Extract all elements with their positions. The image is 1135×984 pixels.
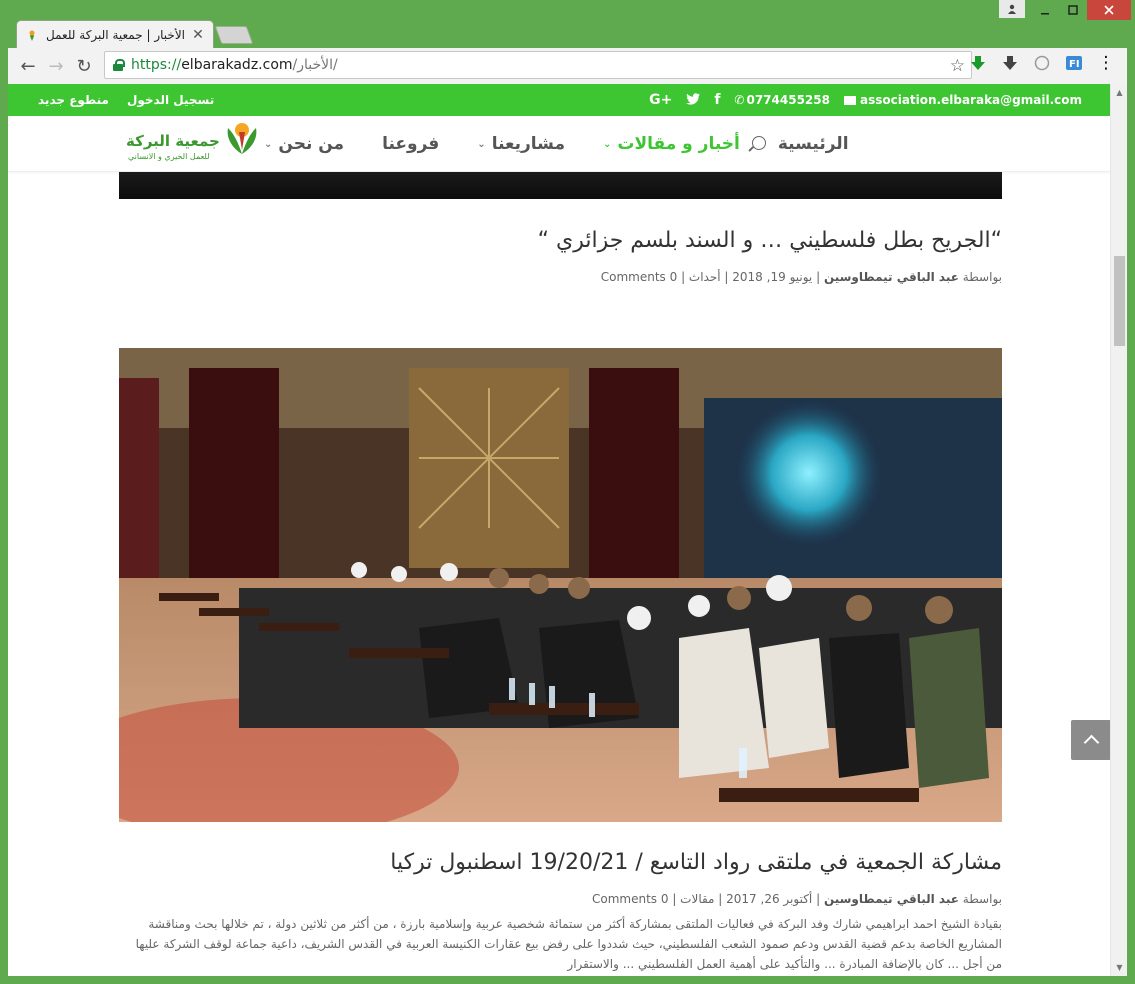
bookmark-star-icon[interactable]: ☆ xyxy=(950,56,965,76)
scroll-down-arrow-icon[interactable]: ▼ xyxy=(1111,959,1127,976)
browser-menu-icon[interactable]: ⋮ xyxy=(1095,52,1117,74)
post-date: أكتوبر 26, 2017 xyxy=(726,892,813,906)
post-date: يونيو 19, 2018 xyxy=(732,270,813,284)
post-meta: بواسطة عبد الباقي تيمطاوسين | أكتوبر 26,… xyxy=(591,892,1002,906)
post-comments[interactable]: 0 Comments xyxy=(601,270,678,284)
chevron-down-icon: ⌄ xyxy=(477,138,486,150)
back-to-top-button[interactable] xyxy=(1071,720,1111,760)
minimize-icon[interactable] xyxy=(1031,0,1059,20)
top-info-bar: منطوع جديد تسجيل الدخول G+ f ✆ 0774455258… xyxy=(8,84,1110,116)
browser-window: الأخبار | جمعية البركة للعمل ✕ ← → ↻ htt… xyxy=(0,0,1135,984)
search-icon[interactable] xyxy=(752,136,766,150)
logo-emblem-icon xyxy=(227,123,257,154)
post-comments[interactable]: 0 Comments xyxy=(592,892,669,906)
login-link[interactable]: تسجيل الدخول xyxy=(127,93,214,107)
logo-title: جمعية البركة xyxy=(126,132,220,150)
mail-icon xyxy=(843,96,856,105)
conference-hall-photo xyxy=(119,348,1002,822)
post-author[interactable]: عبد الباقي تيمطاوسين xyxy=(824,270,959,284)
download-icon[interactable] xyxy=(999,52,1021,74)
post-thumbnail-previous[interactable] xyxy=(119,172,1002,199)
nav-item-home[interactable]: الرئيسية xyxy=(778,134,849,154)
window-controls xyxy=(999,0,1131,20)
scroll-up-arrow-icon[interactable]: ▲ xyxy=(1111,84,1127,101)
window-close-icon[interactable] xyxy=(1087,0,1131,20)
svg-text:FI: FI xyxy=(1069,59,1080,70)
nav-item-projects[interactable]: مشاريعنا ⌄ xyxy=(477,134,565,154)
chevron-up-icon xyxy=(1083,734,1099,751)
extension-icons: FI ⋮ xyxy=(967,52,1117,74)
contact-info: G+ f ✆ 0774455258 association.elbaraka@gm… xyxy=(649,84,1082,116)
google-plus-icon[interactable]: G+ xyxy=(649,92,672,108)
new-volunteer-link[interactable]: منطوع جديد xyxy=(38,93,109,107)
post-title[interactable]: مشاركة الجمعية في ملتقى رواد التاسع / 19… xyxy=(390,850,1002,875)
site-header: جمعية البركة للعمل الخيري و الانساني الر… xyxy=(8,116,1110,172)
download-green-icon[interactable] xyxy=(967,52,989,74)
chevron-down-icon: ⌄ xyxy=(264,138,273,150)
tab-close-icon[interactable]: ✕ xyxy=(191,27,205,43)
browser-toolbar: ← → ↻ https://elbarakadz.com/الأخبار/ ☆ … xyxy=(8,48,1127,84)
post-category[interactable]: مقالات xyxy=(680,892,714,906)
post-title[interactable]: “الجريح بطل فلسطيني … و السند بلسم جزائر… xyxy=(538,228,1002,253)
fi-extension-icon[interactable]: FI xyxy=(1063,52,1085,74)
post-author[interactable]: عبد الباقي تيمطاوسين xyxy=(824,892,959,906)
nav-item-about[interactable]: من نحن ⌄ xyxy=(264,134,344,154)
tab-strip: الأخبار | جمعية البركة للعمل ✕ xyxy=(0,0,1135,48)
site-favicon-icon xyxy=(25,28,39,42)
browser-tab-active[interactable]: الأخبار | جمعية البركة للعمل ✕ xyxy=(16,20,214,48)
reload-icon[interactable]: ↻ xyxy=(70,52,98,80)
site-logo[interactable]: جمعية البركة للعمل الخيري و الانساني xyxy=(126,120,271,166)
facebook-icon[interactable]: f xyxy=(714,92,720,108)
phone-number: 0774455258 xyxy=(746,93,830,107)
twitter-icon[interactable] xyxy=(686,92,701,108)
back-icon[interactable]: ← xyxy=(14,52,42,80)
phone-icon: ✆ xyxy=(734,93,745,107)
tab-title: الأخبار | جمعية البركة للعمل xyxy=(46,27,185,42)
logo-subtitle: للعمل الخيري و الانساني xyxy=(128,152,210,161)
scroll-thumb[interactable] xyxy=(1114,256,1125,346)
url-text: https://elbarakadz.com/الأخبار/ xyxy=(131,57,338,73)
address-bar[interactable]: https://elbarakadz.com/الأخبار/ ☆ xyxy=(104,51,972,79)
chevron-down-icon: ⌄ xyxy=(602,138,612,150)
account-links: منطوع جديد تسجيل الدخول xyxy=(38,84,214,116)
post-featured-image[interactable] xyxy=(119,348,1002,822)
email-contact[interactable]: association.elbaraka@gmail.com xyxy=(843,93,1082,107)
post-meta: بواسطة عبد الباقي تيمطاوسين | يونيو 19, … xyxy=(600,270,1002,284)
email-address: association.elbaraka@gmail.com xyxy=(859,93,1082,107)
maximize-icon[interactable] xyxy=(1059,0,1087,20)
page-viewport: منطوع جديد تسجيل الدخول G+ f ✆ 0774455258… xyxy=(8,84,1127,976)
extension-circle-icon[interactable] xyxy=(1031,52,1053,74)
post-category[interactable]: أحداث xyxy=(689,270,721,284)
secure-lock-icon xyxy=(113,59,125,71)
forward-icon[interactable]: → xyxy=(42,52,70,80)
phone-contact: ✆ 0774455258 xyxy=(734,93,830,107)
posts-list: “الجريح بطل فلسطيني … و السند بلسم جزائر… xyxy=(8,172,1110,976)
nav-item-news[interactable]: أخبار و مقالات ⌄ xyxy=(603,134,740,154)
profile-icon[interactable] xyxy=(999,0,1025,18)
nav-item-branches[interactable]: فروعنا xyxy=(382,134,439,154)
new-tab-button[interactable] xyxy=(214,26,254,44)
page-scrollbar[interactable]: ▲ ▼ xyxy=(1110,84,1127,976)
post-excerpt: بقيادة الشيخ احمد ابراهيمي شارك وفد البر… xyxy=(135,917,1002,971)
